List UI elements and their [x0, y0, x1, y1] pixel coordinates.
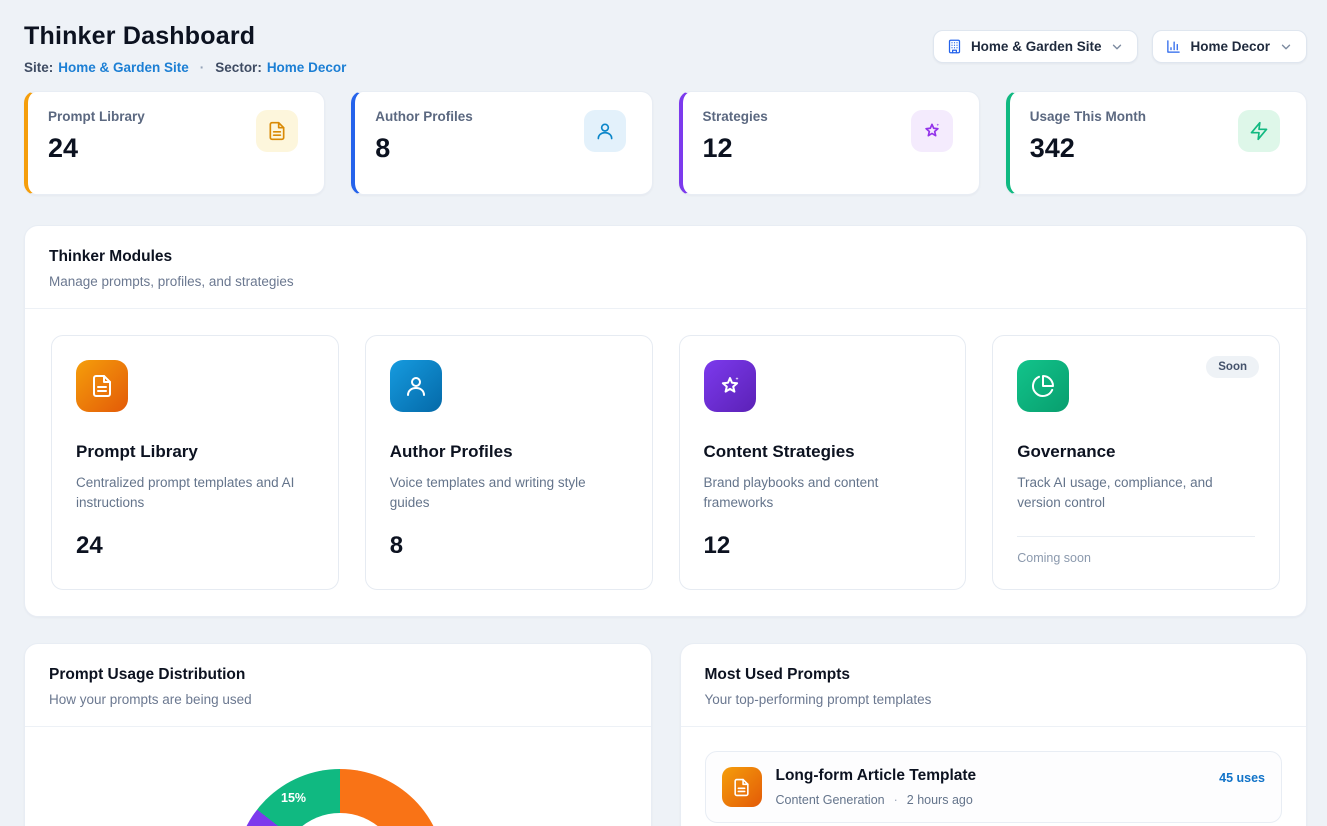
prompts-list: Long-form Article Template Content Gener… — [681, 727, 1307, 826]
prompt-uses-count: 45 uses — [1219, 771, 1265, 785]
site-label: Site: — [24, 60, 53, 75]
modules-title: Thinker Modules — [49, 248, 1282, 266]
usage-subtitle: How your prompts are being used — [49, 692, 627, 707]
document-icon — [722, 767, 762, 807]
sparkle-star-icon — [911, 110, 953, 152]
dashboard-page: Thinker Dashboard Site: Home & Garden Sit… — [0, 0, 1327, 826]
module-count: 24 — [76, 532, 314, 560]
divider — [1017, 536, 1255, 537]
separator-dot: · — [894, 793, 898, 807]
thinker-modules-panel: Thinker Modules Manage prompts, profiles… — [24, 225, 1307, 617]
separator-dot: · — [200, 60, 205, 75]
site-selector-dropdown[interactable]: Home & Garden Site — [933, 30, 1139, 63]
bolt-icon — [1238, 110, 1280, 152]
bar-chart-icon — [1166, 39, 1181, 54]
prompt-meta: Content Generation · 2 hours ago — [776, 793, 1206, 807]
soon-badge: Soon — [1206, 356, 1259, 378]
stat-card-strategies: Strategies 12 — [679, 91, 980, 195]
slice-label-green: 15% — [281, 791, 306, 805]
module-description: Centralized prompt templates and AI inst… — [76, 473, 311, 512]
sparkle-star-icon — [704, 360, 756, 412]
most-used-prompts-panel: Most Used Prompts Your top-performing pr… — [680, 643, 1308, 826]
building-icon — [947, 39, 962, 54]
prompt-category: Content Generation — [776, 793, 885, 807]
modules-subtitle: Manage prompts, profiles, and strategies — [49, 274, 1282, 289]
module-description: Track AI usage, compliance, and version … — [1017, 473, 1252, 512]
document-icon — [76, 360, 128, 412]
sector-link[interactable]: Home Decor — [267, 60, 347, 75]
chevron-down-icon — [1279, 40, 1293, 54]
module-card-content-strategies[interactable]: Content Strategies Brand playbooks and c… — [679, 335, 967, 590]
breadcrumb: Site: Home & Garden Site · Sector: Home Deco… — [24, 60, 346, 75]
module-description: Voice templates and writing style guides — [390, 473, 625, 512]
module-title: Governance — [1017, 442, 1255, 462]
stat-card-prompt-library: Prompt Library 24 — [24, 91, 325, 195]
bottom-row: Prompt Usage Distribution How your promp… — [24, 643, 1307, 826]
module-title: Content Strategies — [704, 442, 942, 462]
donut-chart-area: 15% — [25, 727, 651, 826]
page-title: Thinker Dashboard — [24, 22, 346, 51]
most-used-subtitle: Your top-performing prompt templates — [705, 692, 1283, 707]
donut-chart: 15% — [235, 769, 445, 826]
modules-panel-header: Thinker Modules Manage prompts, profiles… — [25, 226, 1306, 309]
pie-chart-icon — [1017, 360, 1069, 412]
stats-row: Prompt Library 24 Author Profiles 8 Stra… — [24, 91, 1307, 195]
site-link[interactable]: Home & Garden Site — [58, 60, 189, 75]
module-description: Brand playbooks and content frameworks — [704, 473, 939, 512]
usage-panel-header: Prompt Usage Distribution How your promp… — [25, 644, 651, 727]
user-icon — [390, 360, 442, 412]
module-count: 12 — [704, 532, 942, 560]
prompt-title: Long-form Article Template — [776, 767, 1206, 785]
prompt-list-item[interactable]: Long-form Article Template Content Gener… — [705, 751, 1283, 823]
chevron-down-icon — [1110, 40, 1124, 54]
header-actions: Home & Garden Site Home Decor — [933, 30, 1307, 63]
module-count: 8 — [390, 532, 628, 560]
coming-soon-text: Coming soon — [1017, 551, 1255, 565]
module-card-governance[interactable]: Soon Governance Track AI usage, complian… — [992, 335, 1280, 590]
most-used-title: Most Used Prompts — [705, 666, 1283, 684]
module-title: Prompt Library — [76, 442, 314, 462]
most-used-panel-header: Most Used Prompts Your top-performing pr… — [681, 644, 1307, 727]
stat-card-usage: Usage This Month 342 — [1006, 91, 1307, 195]
prompt-info: Long-form Article Template Content Gener… — [776, 767, 1206, 807]
site-selector-label: Home & Garden Site — [971, 39, 1102, 54]
modules-grid: Prompt Library Centralized prompt templa… — [25, 309, 1306, 616]
sector-label: Sector: — [215, 60, 262, 75]
module-card-author-profiles[interactable]: Author Profiles Voice templates and writ… — [365, 335, 653, 590]
sector-selector-dropdown[interactable]: Home Decor — [1152, 30, 1307, 63]
document-icon — [256, 110, 298, 152]
stat-card-author-profiles: Author Profiles 8 — [351, 91, 652, 195]
module-card-prompt-library[interactable]: Prompt Library Centralized prompt templa… — [51, 335, 339, 590]
prompt-usage-panel: Prompt Usage Distribution How your promp… — [24, 643, 652, 826]
usage-title: Prompt Usage Distribution — [49, 666, 627, 684]
sector-selector-label: Home Decor — [1190, 39, 1270, 54]
user-icon — [584, 110, 626, 152]
header-left: Thinker Dashboard Site: Home & Garden Sit… — [24, 22, 346, 75]
top-bar: Thinker Dashboard Site: Home & Garden Sit… — [24, 22, 1307, 75]
module-title: Author Profiles — [390, 442, 628, 462]
prompt-time: 2 hours ago — [907, 793, 973, 807]
